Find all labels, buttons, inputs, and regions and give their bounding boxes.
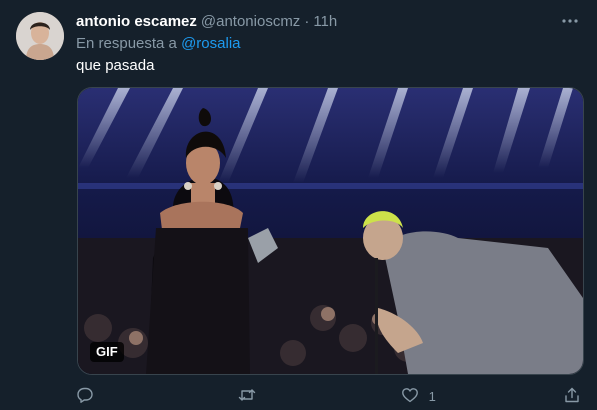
retweet-button[interactable]: [238, 386, 348, 407]
reply-context: En respuesta a @rosalia: [76, 34, 241, 54]
gif-frame: [78, 88, 583, 374]
reply-prefix: En respuesta a: [76, 35, 177, 52]
like-count: 1: [428, 388, 436, 404]
tweet-actions: 1: [76, 386, 581, 406]
reply-icon: [76, 386, 94, 407]
separator-dot: ·: [304, 13, 310, 30]
timestamp[interactable]: 11h: [313, 12, 337, 32]
like-button[interactable]: 1: [401, 386, 511, 407]
more-options-icon[interactable]: [561, 12, 579, 30]
avatar[interactable]: [16, 12, 64, 60]
like-icon: [401, 386, 419, 407]
reply-mention-link[interactable]: @rosalia: [181, 35, 240, 52]
reply-button[interactable]: [76, 386, 186, 407]
gif-media[interactable]: [77, 87, 584, 375]
display-name[interactable]: antonio escamez: [76, 12, 197, 32]
retweet-icon: [238, 386, 256, 407]
user-handle[interactable]: @antonioscmz: [201, 12, 300, 32]
share-icon: [563, 386, 581, 407]
tweet-header: antonio escamez @antonioscmz · 11h: [76, 12, 337, 32]
avatar-image: [16, 12, 64, 60]
tweet-text: que pasada: [76, 57, 155, 74]
share-button[interactable]: [563, 386, 581, 407]
gif-badge: GIF: [90, 342, 124, 362]
